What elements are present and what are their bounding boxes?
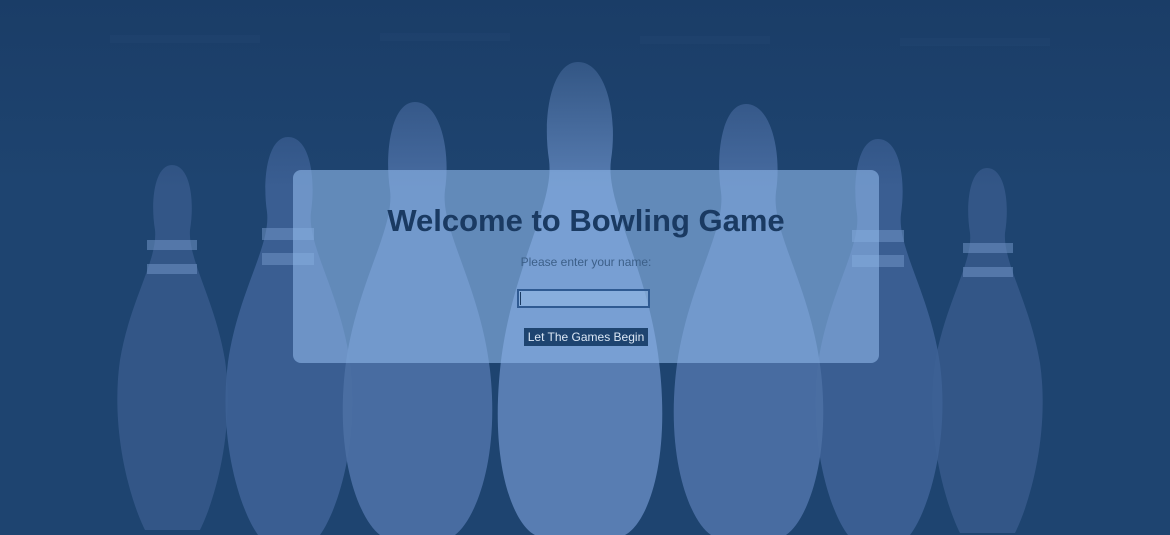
text-cursor [520, 292, 521, 305]
page-title: Welcome to Bowling Game [387, 203, 785, 238]
welcome-dialog: Welcome to Bowling Game Please enter you… [293, 170, 879, 363]
name-prompt-label: Please enter your name: [520, 255, 652, 269]
name-input[interactable] [517, 289, 650, 308]
login-screen: Welcome to Bowling Game Please enter you… [0, 0, 1170, 535]
start-game-button[interactable]: Let The Games Begin [524, 328, 648, 346]
